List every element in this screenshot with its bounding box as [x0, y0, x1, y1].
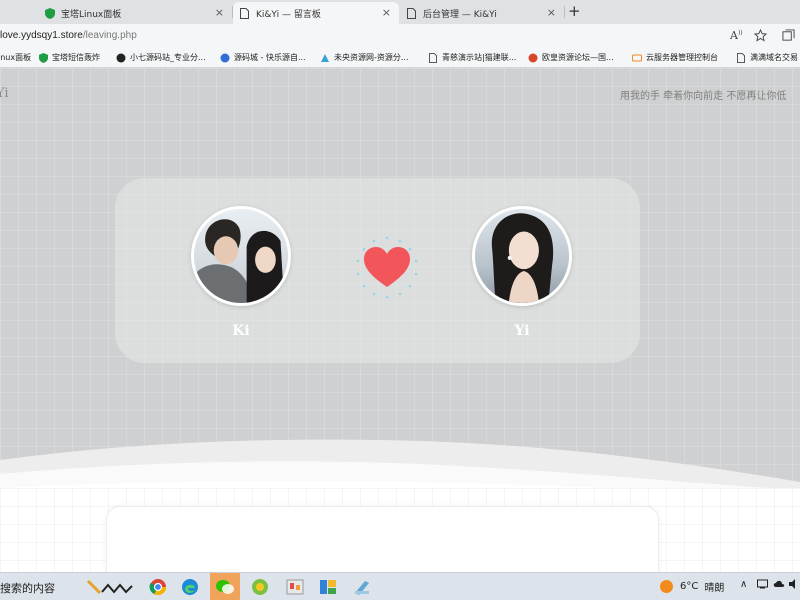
collections-icon[interactable]: [782, 29, 795, 45]
sketch-app-icon[interactable]: [86, 577, 134, 597]
windows-taskbar: 搜索的内容 6°C 晴朗 ∧: [0, 572, 800, 600]
bookmark-item[interactable]: 青慈演示站|猫建联...: [428, 52, 516, 63]
hero-section: Yi 用我的手 牵着你向前走 不愿再让你低 Ki Yi: [0, 68, 800, 488]
url-field[interactable]: love.yydsqy1.store/leaving.php: [0, 30, 137, 41]
site-motto: 用我的手 牵着你向前走 不愿再让你低: [620, 91, 787, 102]
page-icon: [239, 7, 250, 19]
browser-360-icon[interactable]: [250, 577, 270, 597]
site-icon: [116, 53, 126, 63]
bookmark-item[interactable]: inux面板: [0, 52, 31, 63]
weather-temp: 6°C: [680, 581, 699, 592]
bookmarks-bar: inux面板 宝塔短信轰炸 小七源码站_专业分... 源码城 - 快乐源自...…: [0, 48, 800, 68]
new-tab-button[interactable]: +: [568, 2, 581, 20]
notepad-icon[interactable]: [352, 577, 372, 597]
weather-desc: 晴朗: [704, 583, 725, 594]
heart-icon: [356, 236, 418, 299]
tab-label: 后台管理 — Ki&Yi: [423, 9, 497, 20]
site-icon: [528, 53, 538, 63]
edge-icon[interactable]: [180, 577, 200, 597]
name-ki: Ki: [232, 323, 250, 339]
tray-overflow-chevron[interactable]: ∧: [740, 579, 747, 590]
site-icon: [320, 53, 330, 63]
page-icon: [736, 52, 746, 63]
page-icon: [428, 52, 438, 63]
browser-tab-bar: 宝塔Linux面板 × Ki&Yi — 留言板 × 后台管理 — Ki&Yi ×…: [0, 0, 800, 24]
shield-icon: [38, 52, 48, 63]
tab-close-button[interactable]: ×: [382, 6, 391, 19]
bookmark-item[interactable]: 满满域名交易: [736, 52, 798, 63]
tab-close-button[interactable]: ×: [547, 6, 556, 19]
file-explorer-icon[interactable]: [318, 577, 338, 597]
sun-icon: [660, 580, 673, 593]
bookmark-item[interactable]: 宝塔短信轰炸: [38, 52, 100, 63]
site-logo[interactable]: Yi: [0, 86, 9, 101]
favorite-star-icon[interactable]: [753, 28, 768, 45]
shield-icon: [44, 7, 55, 19]
tab-close-button[interactable]: ×: [215, 6, 224, 19]
wechat-icon[interactable]: [215, 577, 235, 597]
avatar-ki: [191, 206, 291, 306]
url-host: love.yydsqy1.store: [0, 30, 83, 41]
volume-icon[interactable]: [789, 579, 800, 592]
tab-admin[interactable]: 后台管理 — Ki&Yi ×: [400, 2, 564, 24]
bookmark-item[interactable]: 小七源码站_专业分...: [116, 52, 206, 63]
taskbar-search-box[interactable]: 搜索的内容: [0, 580, 55, 596]
site-icon: [632, 53, 642, 63]
name-yi: Yi: [514, 323, 530, 339]
tab-divider: [564, 6, 565, 18]
tab-label: Ki&Yi — 留言板: [256, 9, 321, 20]
bookmark-item[interactable]: 源码城 - 快乐源自...: [220, 52, 306, 63]
web-page: Yi 用我的手 牵着你向前走 不愿再让你低 Ki Yi: [0, 68, 800, 572]
page-icon: [406, 7, 417, 19]
avatar-yi: [472, 206, 572, 306]
address-bar: love.yydsqy1.store/leaving.php A)): [0, 24, 800, 48]
cloud-icon[interactable]: [773, 579, 785, 592]
site-icon: [220, 53, 230, 63]
bookmark-item[interactable]: 云服务器管理控制台: [632, 52, 718, 63]
couple-card: Ki Yi: [115, 178, 640, 363]
weather-widget[interactable]: 6°C 晴朗: [660, 579, 724, 594]
image-viewer-icon[interactable]: [285, 577, 305, 597]
network-icon[interactable]: [757, 579, 769, 592]
message-card: [106, 506, 659, 572]
tab-message-board[interactable]: Ki&Yi — 留言板 ×: [233, 2, 399, 24]
read-aloud-icon[interactable]: A)): [730, 29, 743, 42]
url-path: /leaving.php: [82, 30, 137, 41]
bookmark-item[interactable]: 未央资源网-资源分...: [320, 52, 409, 63]
bookmark-item[interactable]: 欧皇资源论坛—国...: [528, 52, 614, 63]
tab-label: 宝塔Linux面板: [61, 9, 122, 20]
chrome-icon[interactable]: [148, 577, 168, 597]
tab-baota[interactable]: 宝塔Linux面板 ×: [0, 2, 232, 24]
